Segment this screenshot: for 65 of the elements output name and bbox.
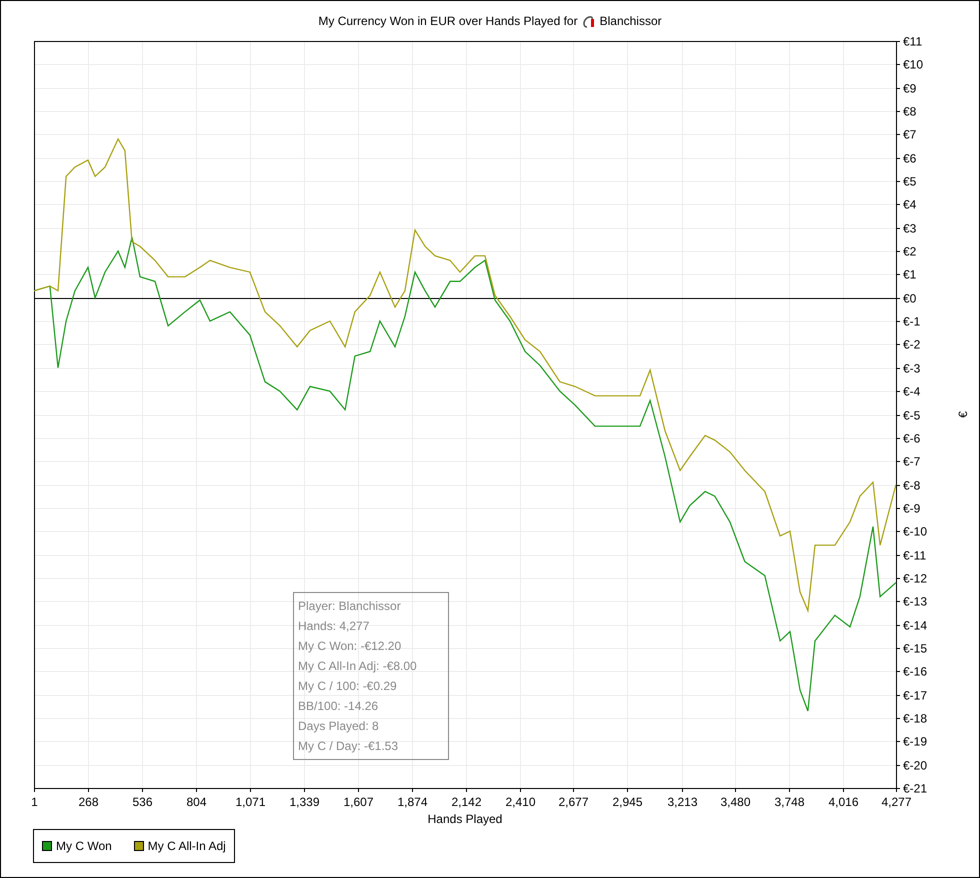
x-tick-label: 3,748 <box>774 795 805 809</box>
y-tick-label: €-20 <box>903 758 928 772</box>
y-tick-label: €3 <box>903 222 916 236</box>
x-tick-label: 4,277 <box>881 795 912 809</box>
y-tick-label: €-9 <box>903 502 920 516</box>
x-tick-label: 1 <box>31 795 38 809</box>
y-tick-label: €-11 <box>903 548 926 562</box>
stat-line: BB/100: -14.26 <box>298 698 380 715</box>
y-tick-label: €-17 <box>903 688 928 702</box>
y-tick-label: €-14 <box>903 618 928 632</box>
x-tick-label: 3,480 <box>720 795 751 809</box>
stat-line: My C Won: -€12.20 <box>298 638 402 655</box>
y-tick-label: €-12 <box>903 572 928 586</box>
y-tick-label: €4 <box>903 198 916 212</box>
legend-label: My C Won <box>56 838 112 855</box>
stat-line: Hands: 4,277 <box>298 618 370 635</box>
x-tick-label: 1,874 <box>397 795 428 809</box>
x-tick-label: 536 <box>132 795 153 809</box>
stat-line: Player: Blanchissor <box>298 598 402 615</box>
y-tick-label: €5 <box>903 174 916 188</box>
y-tick-label: €-2 <box>903 338 920 352</box>
y-tick-label: €7 <box>903 128 916 142</box>
y-tick-label: €-18 <box>903 712 928 726</box>
x-tick-label: 2,142 <box>451 795 482 809</box>
y-tick-label: €-15 <box>903 642 928 656</box>
y-tick-label: €9 <box>903 82 916 96</box>
y-tick-label: €-16 <box>903 664 928 678</box>
x-tick-label: 4,016 <box>828 795 859 809</box>
player-name: Blanchissor <box>600 13 662 30</box>
y-axis-title: € <box>956 411 970 418</box>
y-tick-label: €-1 <box>903 314 920 328</box>
y-tick-label: €-13 <box>903 594 928 608</box>
y-tick-label: €11 <box>903 34 922 48</box>
x-tick-label: 2,410 <box>505 795 536 809</box>
y-tick-label: €-7 <box>903 454 920 468</box>
y-tick-label: €-10 <box>903 524 928 538</box>
stat-line: My C / Day: -€1.53 <box>298 738 400 755</box>
y-tick-label: €1 <box>903 268 916 282</box>
y-tick-label: €-5 <box>903 408 920 422</box>
x-tick-label: 2,945 <box>612 795 643 809</box>
y-tick-label: €-19 <box>903 734 928 748</box>
stat-line: My C All-In Adj: -€8.00 <box>298 658 418 675</box>
y-tick-label: €-4 <box>903 384 920 398</box>
y-tick-label: €10 <box>903 58 924 72</box>
x-tick-label: 1,339 <box>289 795 320 809</box>
x-tick-label: 804 <box>186 795 207 809</box>
x-axis-title: Hands Played <box>428 812 502 826</box>
y-tick-label: €2 <box>903 244 916 258</box>
x-tick-label: 1,607 <box>343 795 374 809</box>
y-tick-label: €-6 <box>903 432 920 446</box>
chart-title: My Currency Won in EUR over Hands Played for <box>318 13 578 30</box>
y-tick-label: €-8 <box>903 478 920 492</box>
y-tick-label: €8 <box>903 104 916 118</box>
y-tick-label: €6 <box>903 152 916 166</box>
x-tick-label: 3,213 <box>667 795 698 809</box>
y-tick-label: €0 <box>903 292 916 306</box>
x-tick-label: 2,677 <box>558 795 589 809</box>
site-logo-icon <box>582 14 596 28</box>
y-tick-label: €-3 <box>903 362 920 376</box>
x-tick-label: 268 <box>78 795 99 809</box>
y-tick-label: €-21 <box>903 782 928 796</box>
legend-label: My C All-In Adj <box>148 838 226 855</box>
stat-line: My C / 100: -€0.29 <box>298 678 398 695</box>
stat-line: Days Played: 8 <box>298 718 380 735</box>
x-tick-label: 1,071 <box>235 795 266 809</box>
